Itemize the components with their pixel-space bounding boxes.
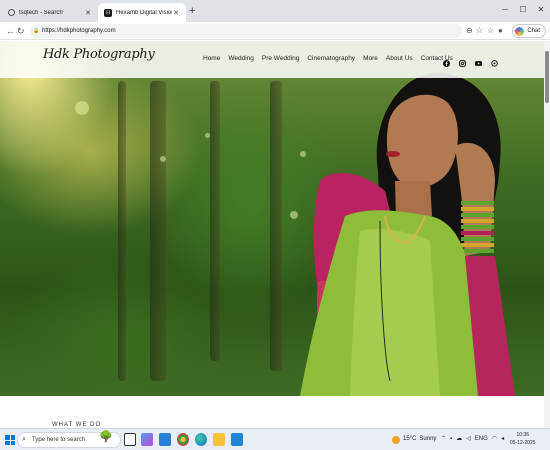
copilot-label: Chat xyxy=(527,28,540,34)
browser-toolbar: ← ↻ 🔒 https://hdkphotography.com ⊖ ☆ ☆ ●… xyxy=(0,22,550,40)
tab-title: Hexamb Digital Vision xyxy=(116,9,172,16)
clock-date: 05-12-2025 xyxy=(510,440,536,446)
profile-icon[interactable]: ● xyxy=(498,25,503,37)
favorites-icon[interactable]: ☆ xyxy=(487,25,494,37)
search-icon: ⌕ xyxy=(22,436,26,443)
task-view-icon[interactable] xyxy=(124,433,136,446)
weather-widget[interactable]: 15°C Sunny xyxy=(392,433,436,446)
tab-hexamb[interactable]: H Hexamb Digital Vision ✕ xyxy=(98,3,186,22)
language-indicator[interactable]: ENG xyxy=(475,433,488,446)
menu-item-pre-wedding[interactable]: Pre Wedding xyxy=(262,55,299,62)
minimize-button[interactable]: ─ xyxy=(496,0,514,22)
windows-taskbar: ⌕ Type here to search 🌳 15°C Sunny ⌃ ▪ ☁… xyxy=(0,428,550,450)
instagram-icon[interactable] xyxy=(459,54,466,67)
youtube-icon[interactable] xyxy=(475,54,482,66)
new-tab-button[interactable]: + xyxy=(189,5,195,17)
main-menu: Home Wedding Pre Wedding Cinematography … xyxy=(203,55,453,62)
favorite-star-icon[interactable]: ☆ xyxy=(476,25,483,37)
close-window-button[interactable]: ✕ xyxy=(532,0,550,22)
back-icon[interactable]: ← xyxy=(6,25,15,37)
tab-strip: tsqtech - Search ✕ H Hexamb Digital Visi… xyxy=(0,0,550,22)
menu-item-more[interactable]: More xyxy=(363,55,378,62)
sun-icon xyxy=(392,435,400,444)
search-highlight-icon[interactable]: 🌳 xyxy=(99,430,113,443)
system-tray: ⌃ ▪ ☁ ◁ ENG ◠ ◂ xyxy=(441,433,504,446)
tab-title: tsqtech - Search xyxy=(19,9,63,16)
copilot-app-icon[interactable] xyxy=(141,433,153,446)
site-header: Hdk Photography Home Wedding Pre Wedding… xyxy=(0,41,544,78)
model-photo xyxy=(300,72,515,396)
tab-search[interactable]: tsqtech - Search ✕ xyxy=(2,3,98,22)
menu-item-wedding[interactable]: Wedding xyxy=(228,55,254,62)
maximize-button[interactable]: ☐ xyxy=(514,0,532,22)
whatsapp-icon[interactable] xyxy=(491,54,498,67)
site-logo[interactable]: Hdk Photography xyxy=(43,47,155,62)
menu-item-home[interactable]: Home xyxy=(203,55,220,62)
app-icon[interactable] xyxy=(159,433,171,446)
window-controls: ─ ☐ ✕ xyxy=(496,0,550,22)
refresh-icon[interactable]: ↻ xyxy=(17,25,25,37)
close-tab-icon[interactable]: ✕ xyxy=(172,9,180,17)
file-explorer-icon[interactable] xyxy=(213,433,225,446)
page-scrollbar[interactable] xyxy=(544,41,550,428)
clock[interactable]: 10:36 05-12-2025 xyxy=(510,431,536,447)
copilot-chat-button[interactable]: Chat xyxy=(512,24,546,38)
copilot-icon xyxy=(515,26,525,36)
speaker-icon[interactable]: ◂ xyxy=(501,433,504,446)
site-favicon: H xyxy=(104,8,112,17)
scrollbar-thumb[interactable] xyxy=(545,51,549,103)
weather-desc: Sunny xyxy=(419,436,437,442)
address-bar[interactable]: 🔒 https://hdkphotography.com xyxy=(30,24,462,38)
wifi-icon[interactable]: ◠ xyxy=(492,433,497,446)
search-placeholder: Type here to search xyxy=(32,437,86,443)
start-button[interactable] xyxy=(5,435,15,445)
chrome-icon[interactable] xyxy=(177,433,189,446)
social-links xyxy=(443,54,498,67)
site-info-icon[interactable]: 🔒 xyxy=(33,24,39,38)
hero-image xyxy=(0,41,544,396)
weather-temp: 15°C xyxy=(403,436,417,442)
volume-icon[interactable]: ◁ xyxy=(466,433,471,446)
vscode-icon[interactable] xyxy=(231,433,243,446)
camera-icon[interactable]: ▪ xyxy=(450,433,452,446)
facebook-icon[interactable] xyxy=(443,54,450,67)
menu-item-about-us[interactable]: About Us xyxy=(386,55,413,62)
show-hidden-icons-icon[interactable]: ⌃ xyxy=(441,433,446,446)
search-icon xyxy=(8,9,15,16)
cloud-icon[interactable]: ☁ xyxy=(456,433,462,446)
clock-time: 10:36 xyxy=(516,432,530,438)
website: Hdk Photography Home Wedding Pre Wedding… xyxy=(0,41,544,428)
close-tab-icon[interactable]: ✕ xyxy=(84,9,92,17)
menu-item-cinematography[interactable]: Cinematography xyxy=(307,55,355,62)
reader-view-icon[interactable]: ⊖ xyxy=(466,25,473,37)
url-text: https://hdkphotography.com xyxy=(42,28,116,34)
edge-icon[interactable] xyxy=(195,433,207,446)
